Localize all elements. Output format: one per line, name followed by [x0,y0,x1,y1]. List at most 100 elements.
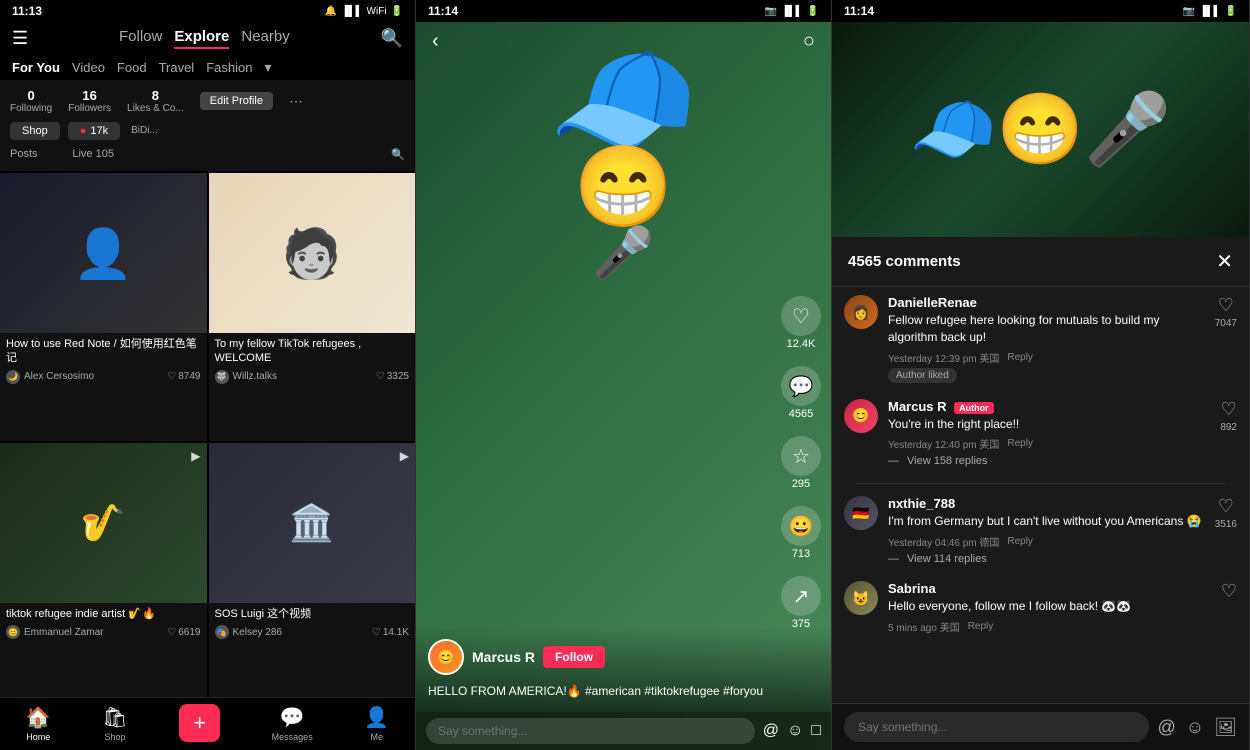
author-tag: Author [954,402,994,414]
nav-shop[interactable]: 🛍 Shop [102,705,127,742]
like-count: 12.4K [787,338,816,350]
comment-item-2: 😊 Marcus R Author You're in the right pl… [844,399,1237,468]
emoji-picker-icon[interactable]: ☺ [787,722,803,740]
cat-fashion[interactable]: Fashion [206,60,252,75]
edit-profile-button[interactable]: Edit Profile [200,92,273,110]
author-liked-badge-1: Author liked [888,368,957,383]
reply-link-4[interactable]: Reply [968,621,994,632]
post-search-icon[interactable]: 🔍 [391,148,405,161]
following-label: Following [10,103,52,114]
search-icon[interactable]: 🔍 [381,28,403,49]
comment-body-2: Marcus R Author You're in the right plac… [888,399,1210,468]
tab-nearby[interactable]: Nearby [241,28,289,49]
live-count: ● 17k [68,122,120,140]
bidi-option[interactable]: BiDi... [128,122,161,140]
tab-explore[interactable]: Explore [174,28,229,49]
bottom-icons-3: @ ☺ 🖼 [1157,717,1237,738]
cat-video[interactable]: Video [72,60,105,75]
cat-food[interactable]: Food [117,60,147,75]
video-thumb-2: 🧑 [209,173,416,333]
heart-icon-2: ♡ [376,371,385,382]
comment-icons-2: @ ☺ □ [763,722,821,740]
top-bar-2: ‹ ○ [416,22,831,61]
likes-label: Likes & Co... [127,103,184,114]
view-replies-3[interactable]: View 114 replies [888,553,1205,565]
home-label: Home [26,732,50,742]
share-action[interactable]: ↗ 375 [781,576,821,630]
close-comments-button[interactable]: ✕ [1216,249,1233,274]
commenter-avatar-4: 😺 [844,581,878,615]
time-1: 11:13 [12,4,42,18]
reply-link-3[interactable]: Reply [1007,536,1033,547]
nav-messages[interactable]: 💬 Messages [272,705,313,742]
like-count-c3: 3516 [1215,519,1237,530]
follow-button-video[interactable]: Follow [543,646,605,668]
more-categories-icon[interactable]: ▾ [264,59,271,76]
reply-link-2[interactable]: Reply [1007,438,1033,449]
video-title-2: To my fellow TikTok refugees , WELCOME [215,337,410,366]
add-button[interactable]: + [179,704,220,742]
comment-input-2[interactable] [426,718,755,744]
comment-body-1: DanielleRenae Fellow refugee here lookin… [888,295,1205,383]
following-count: 0 [10,88,52,103]
star-icon: ☆ [781,436,821,476]
cat-foryou[interactable]: For You [12,60,60,75]
video-author-1: 🌙 Alex Cersosimo [6,370,94,384]
following-stat: 0 Following [10,88,52,114]
top-nav-1: ☰ Follow Explore Nearby 🔍 [0,22,415,55]
bottom-nav-1: 🏠 Home 🛍 Shop + 💬 Messages 👤 Me [0,697,415,750]
video-card-2[interactable]: 🧑 To my fellow TikTok refugees , WELCOME… [209,173,416,441]
back-button[interactable]: ‹ [432,30,439,53]
video-card-1[interactable]: 👤 How to use Red Note / 如何使用红色笔记 🌙 Alex … [0,173,207,441]
comment-meta-2: Yesterday 12:40 pm 美国 Reply [888,436,1210,451]
comment-like-1[interactable]: ♡ 7047 [1215,295,1237,329]
commenter-avatar-2: 😊 [844,399,878,433]
at-icon[interactable]: @ [763,722,779,740]
status-icons-3: 📷 ▐▌▌ 🔋 [1183,6,1237,17]
favorite-count: 295 [792,478,810,490]
comment-meta-4: 5 mins ago 美国 Reply [888,619,1211,634]
comment-action[interactable]: 💬 4565 [781,366,821,420]
comment-text-2: You're in the right place!! [888,416,1210,433]
posts-tab[interactable]: Posts [10,148,38,161]
comment-bar-2: @ ☺ □ [416,712,831,750]
comment-like-3[interactable]: ♡ 3516 [1215,496,1237,530]
view-replies-2[interactable]: View 158 replies [888,455,1210,467]
comment-like-2[interactable]: ♡ 892 [1220,399,1237,433]
reply-link-1[interactable]: Reply [1007,352,1033,363]
nav-me[interactable]: 👤 Me [364,705,389,742]
share-icon: ↗ [781,576,821,616]
comment-input-bottom[interactable] [844,712,1149,742]
phone-comments: 11:14 📷 ▐▌▌ 🔋 🧢😁🎤 4565 comments ✕ 👩 [832,0,1250,750]
preview-bg: 🧢😁🎤 [832,22,1249,237]
nav-home[interactable]: 🏠 Home [26,705,51,742]
video-author-2: 🐺 Willz.talks [215,370,277,384]
preview-person: 🧢😁🎤 [910,89,1171,171]
more-profile-icon[interactable]: ⋯ [289,93,303,110]
comments-header: 4565 comments ✕ [832,237,1249,287]
video-card-4[interactable]: ▶ 🏛️ SOS Luigi 这个视频 🎭 Kelsey 286 ♡ 14.1K [209,443,416,697]
heart-icon-3: ♡ [167,627,176,638]
tab-follow[interactable]: Follow [119,28,162,49]
emoji-icon-3[interactable]: ☺ [1186,717,1204,738]
menu-icon[interactable]: ☰ [12,28,28,49]
profile-section: 0 Following 16 Followers 8 Likes & Co...… [0,80,415,171]
comments-section: 4565 comments ✕ 👩 DanielleRenae Fellow r… [832,237,1249,750]
comment-body-3: nxthie_788 I'm from Germany but I can't … [888,496,1205,565]
author-avatar-2: 🐺 [215,370,229,384]
cat-travel[interactable]: Travel [159,60,195,75]
comment-like-4[interactable]: ♡ [1221,581,1237,604]
phone-explore: 11:13 🔔 ▐▌▌ WiFi 🔋 ☰ Follow Explore Near… [0,0,416,750]
likes-stat: 8 Likes & Co... [127,88,184,114]
video-author-4: 🎭 Kelsey 286 [215,625,282,639]
video-card-3[interactable]: ▶ 🎷 tiktok refugee indie artist 🎷🔥 😊 Emm… [0,443,207,697]
favorite-action[interactable]: ☆ 295 [781,436,821,490]
emoji-action[interactable]: 😀 713 [781,506,821,560]
like-action[interactable]: ♡ 12.4K [781,296,821,350]
messages-icon: 💬 [280,705,305,730]
shop-button[interactable]: Shop [10,122,60,140]
image-icon-3[interactable]: 🖼 [1214,717,1237,738]
search-button-2[interactable]: ○ [803,30,815,53]
gif-icon[interactable]: □ [811,722,821,740]
at-icon-3[interactable]: @ [1157,717,1175,738]
